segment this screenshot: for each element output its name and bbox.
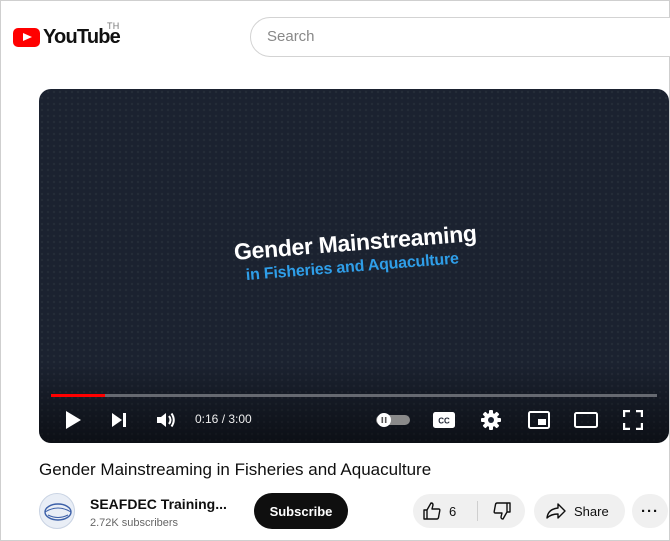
time-display: 0:16 / 3:00 bbox=[195, 412, 252, 426]
share-label: Share bbox=[574, 503, 609, 519]
country-code: TH bbox=[107, 21, 120, 31]
like-button[interactable]: 6 bbox=[413, 494, 475, 528]
miniplayer-icon bbox=[528, 411, 550, 429]
settings-button[interactable] bbox=[477, 405, 505, 435]
captions-button[interactable]: CC bbox=[429, 405, 459, 435]
miniplayer-button[interactable] bbox=[525, 405, 553, 435]
mute-button[interactable] bbox=[153, 405, 179, 435]
theater-icon bbox=[574, 412, 598, 428]
theater-mode-button[interactable] bbox=[571, 405, 601, 435]
more-icon: ··· bbox=[641, 502, 659, 520]
dislike-icon bbox=[493, 502, 511, 520]
channel-avatar[interactable] bbox=[39, 493, 75, 529]
autoplay-toggle[interactable] bbox=[374, 405, 412, 435]
share-icon bbox=[546, 503, 566, 519]
fullscreen-icon bbox=[623, 410, 643, 430]
like-divider bbox=[477, 501, 478, 521]
autoplay-toggle-icon bbox=[376, 413, 410, 427]
channel-logo-icon bbox=[44, 503, 72, 521]
play-button[interactable] bbox=[61, 405, 85, 435]
player-controls: 0:16 / 3:00 CC bbox=[39, 405, 669, 435]
youtube-logo-icon bbox=[13, 28, 40, 47]
like-icon bbox=[423, 502, 441, 520]
svg-text:CC: CC bbox=[438, 417, 450, 426]
more-actions-button[interactable]: ··· bbox=[632, 494, 668, 528]
play-icon bbox=[66, 411, 81, 429]
next-icon bbox=[112, 413, 126, 427]
progress-bar-fill bbox=[51, 394, 105, 397]
captions-icon: CC bbox=[433, 412, 455, 428]
subscriber-count: 2.72K subscribers bbox=[90, 517, 179, 529]
dislike-button[interactable] bbox=[479, 494, 525, 528]
like-dislike-group: 6 bbox=[413, 494, 525, 528]
video-title-card: Gender Mainstreaming in Fisheries and Aq… bbox=[233, 220, 479, 286]
share-button[interactable]: Share bbox=[534, 494, 625, 528]
subscribe-button[interactable]: Subscribe bbox=[254, 493, 348, 529]
browser-frame: YouTube TH Gender Mainstreaming in Fishe… bbox=[0, 0, 670, 541]
fullscreen-button[interactable] bbox=[619, 405, 647, 435]
video-title: Gender Mainstreaming in Fisheries and Aq… bbox=[39, 460, 432, 479]
volume-icon bbox=[157, 412, 175, 428]
settings-icon bbox=[481, 410, 501, 430]
search-input[interactable] bbox=[267, 28, 647, 45]
progress-bar[interactable] bbox=[51, 394, 657, 397]
search-box[interactable] bbox=[250, 17, 670, 57]
channel-name[interactable]: SEAFDEC Training... bbox=[90, 496, 227, 512]
next-button[interactable] bbox=[107, 405, 131, 435]
video-player[interactable]: Gender Mainstreaming in Fisheries and Aq… bbox=[39, 89, 669, 443]
youtube-logo[interactable]: YouTube bbox=[13, 26, 121, 49]
like-count: 6 bbox=[449, 503, 457, 519]
